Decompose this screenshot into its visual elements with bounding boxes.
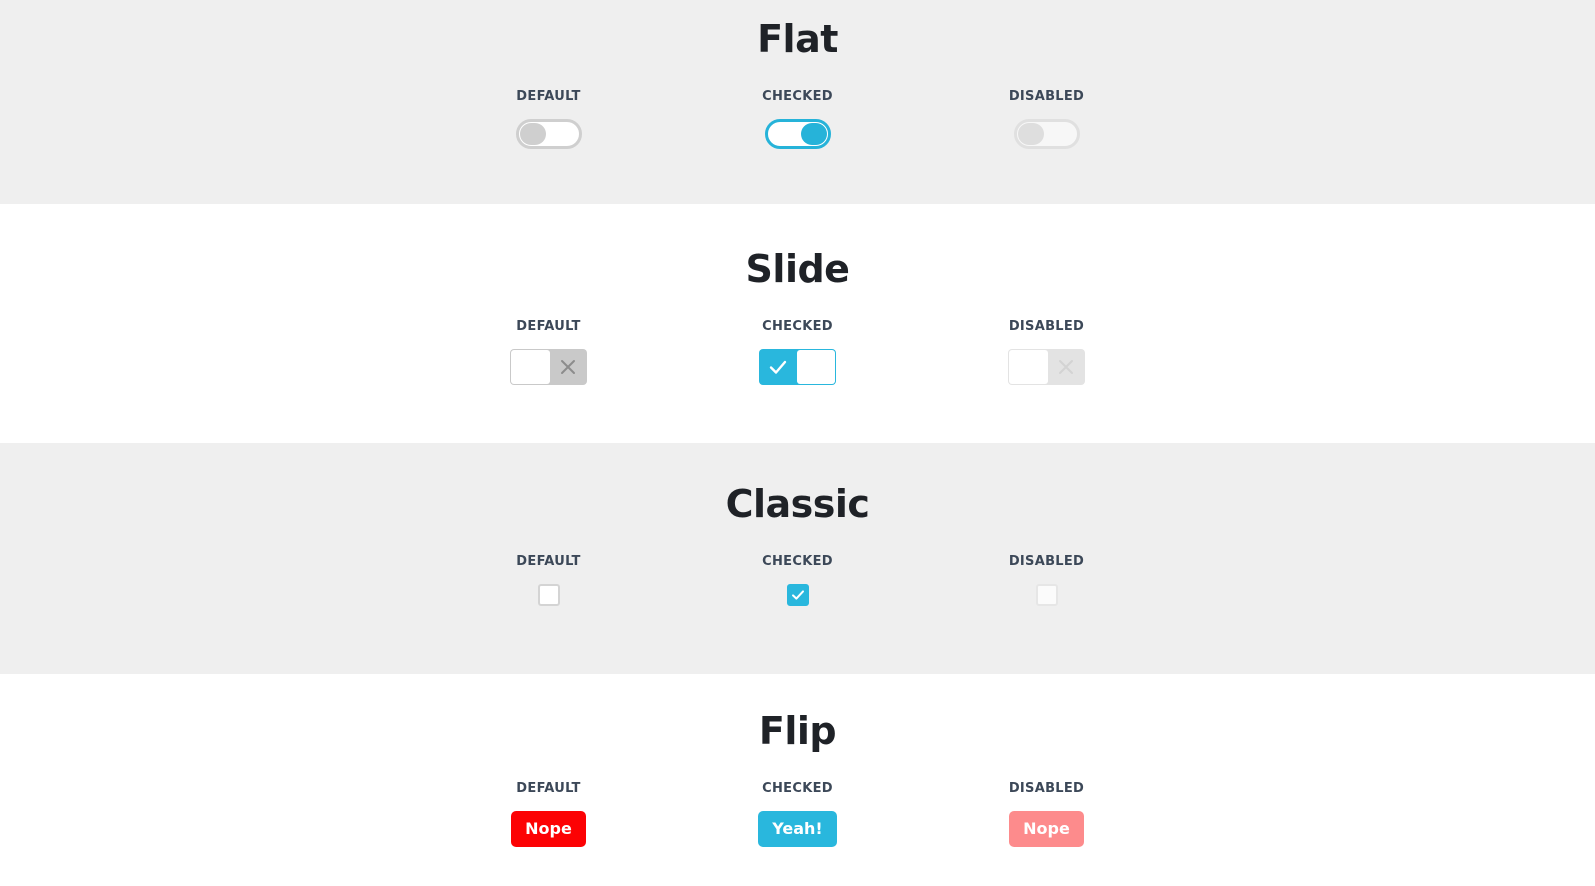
toggle-knob-icon bbox=[519, 123, 546, 145]
toggle-label-classic-default: DEFAULT bbox=[516, 554, 581, 569]
toggle-showcase-page: Flat DEFAULT CHECKED DISABLED Slide DEFA… bbox=[0, 0, 1595, 886]
toggle-cell-classic-checked: CHECKED bbox=[673, 555, 922, 606]
toggle-row-flat: DEFAULT CHECKED DISABLED bbox=[0, 90, 1595, 149]
toggle-label-classic-checked: CHECKED bbox=[762, 554, 833, 569]
cross-icon bbox=[1047, 349, 1086, 385]
check-icon bbox=[791, 588, 805, 602]
section-title-flat: Flat bbox=[757, 17, 838, 61]
flat-toggle-checked[interactable] bbox=[764, 119, 831, 149]
toggle-cell-slide-disabled: DISABLED bbox=[922, 320, 1171, 385]
toggle-cell-flip-checked: CHECKED Yeah! bbox=[673, 782, 922, 847]
section-flip: Flip DEFAULT Nope CHECKED Yeah! DISABLED… bbox=[0, 674, 1595, 886]
toggle-label-slide-disabled: DISABLED bbox=[1008, 319, 1085, 334]
slide-toggle-checked[interactable] bbox=[759, 349, 836, 385]
toggle-label-slide-checked: CHECKED bbox=[762, 319, 833, 334]
flat-toggle-default[interactable] bbox=[515, 119, 582, 149]
toggle-cell-classic-default: DEFAULT bbox=[424, 555, 673, 606]
toggle-label-flip-disabled: DISABLED bbox=[1008, 781, 1085, 796]
section-title-flip: Flip bbox=[758, 709, 837, 753]
toggle-cell-flat-default: DEFAULT bbox=[424, 90, 673, 149]
toggle-label-flip-checked: CHECKED bbox=[762, 781, 833, 796]
toggle-cell-flip-default: DEFAULT Nope bbox=[424, 782, 673, 847]
toggle-knob-icon bbox=[800, 123, 827, 145]
classic-checkbox-checked[interactable] bbox=[786, 584, 809, 606]
toggle-knob-icon bbox=[1017, 123, 1044, 145]
toggle-cell-flat-disabled: DISABLED bbox=[922, 90, 1171, 149]
section-title-slide: Slide bbox=[745, 247, 850, 291]
section-slide: Slide DEFAULT CHECKED DISABLED bbox=[0, 204, 1595, 443]
flip-toggle-disabled: Nope bbox=[1009, 811, 1084, 847]
toggle-row-flip: DEFAULT Nope CHECKED Yeah! DISABLED Nope bbox=[0, 782, 1595, 847]
toggle-label-flat-checked: CHECKED bbox=[762, 89, 833, 104]
toggle-cell-classic-disabled: DISABLED bbox=[922, 555, 1171, 606]
toggle-knob-icon bbox=[511, 350, 550, 384]
toggle-label-flip-default: DEFAULT bbox=[516, 781, 581, 796]
cross-icon bbox=[549, 349, 588, 385]
toggle-row-classic: DEFAULT CHECKED DISABLED bbox=[0, 555, 1595, 606]
section-title-classic: Classic bbox=[725, 482, 870, 526]
toggle-cell-flat-checked: CHECKED bbox=[673, 90, 922, 149]
section-classic: Classic DEFAULT CHECKED DISABLED bbox=[0, 443, 1595, 674]
toggle-row-slide: DEFAULT CHECKED DISABLED bbox=[0, 320, 1595, 385]
flip-toggle-default[interactable]: Nope bbox=[511, 811, 586, 847]
toggle-cell-flip-disabled: DISABLED Nope bbox=[922, 782, 1171, 847]
flat-toggle-disabled bbox=[1013, 119, 1080, 149]
toggle-label-slide-default: DEFAULT bbox=[516, 319, 581, 334]
section-flat: Flat DEFAULT CHECKED DISABLED bbox=[0, 0, 1595, 204]
toggle-label-flat-default: DEFAULT bbox=[516, 89, 581, 104]
slide-toggle-default[interactable] bbox=[510, 349, 587, 385]
toggle-label-flat-disabled: DISABLED bbox=[1008, 89, 1085, 104]
toggle-label-classic-disabled: DISABLED bbox=[1008, 554, 1085, 569]
toggle-knob-icon bbox=[796, 350, 835, 384]
flip-toggle-checked[interactable]: Yeah! bbox=[758, 811, 837, 847]
toggle-cell-slide-default: DEFAULT bbox=[424, 320, 673, 385]
check-icon bbox=[759, 349, 798, 385]
classic-checkbox-default[interactable] bbox=[537, 584, 560, 606]
slide-toggle-disabled bbox=[1008, 349, 1085, 385]
toggle-knob-icon bbox=[1009, 350, 1048, 384]
classic-checkbox-disabled bbox=[1035, 584, 1058, 606]
toggle-cell-slide-checked: CHECKED bbox=[673, 320, 922, 385]
